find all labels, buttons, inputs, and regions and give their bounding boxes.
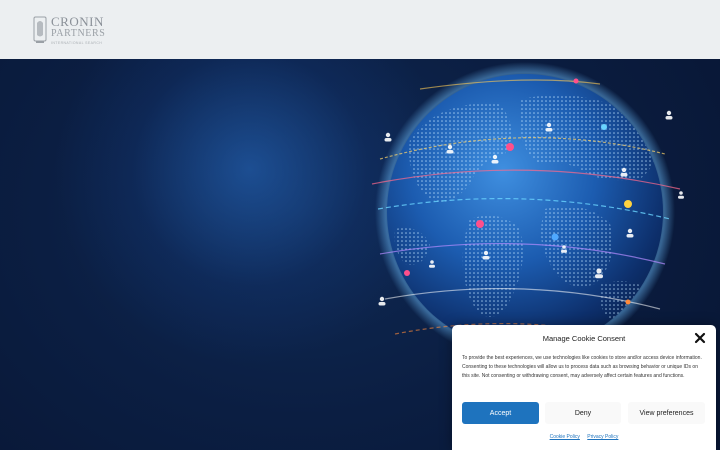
cookie-dialog-message: To provide the best experiences, we use … xyxy=(462,355,702,379)
logo-tagline: INTERNATIONAL SEARCH xyxy=(51,41,103,45)
accept-button[interactable]: Accept xyxy=(462,402,539,424)
cookie-dialog-links: Cookie Policy Privacy Policy xyxy=(452,434,716,440)
cookie-dialog-title: Manage Cookie Consent xyxy=(542,334,626,343)
logo-name-line1: CRONIN xyxy=(51,14,104,29)
site-logo[interactable]: CRONIN PARTNERS INTERNATIONAL SEARCH xyxy=(33,15,105,46)
deny-button[interactable]: Deny xyxy=(545,402,621,424)
site-header: CRONIN PARTNERS INTERNATIONAL SEARCH xyxy=(0,0,720,59)
cookie-policy-link[interactable]: Cookie Policy xyxy=(550,434,580,440)
close-icon[interactable] xyxy=(694,332,706,344)
logo-name-line2: PARTNERS xyxy=(51,28,106,39)
view-preferences-button[interactable]: View preferences xyxy=(628,402,705,424)
logo-crest-icon xyxy=(33,16,47,43)
privacy-policy-link[interactable]: Privacy Policy xyxy=(587,434,618,440)
cookie-consent-dialog: Manage Cookie Consent To provide the bes… xyxy=(452,325,716,450)
